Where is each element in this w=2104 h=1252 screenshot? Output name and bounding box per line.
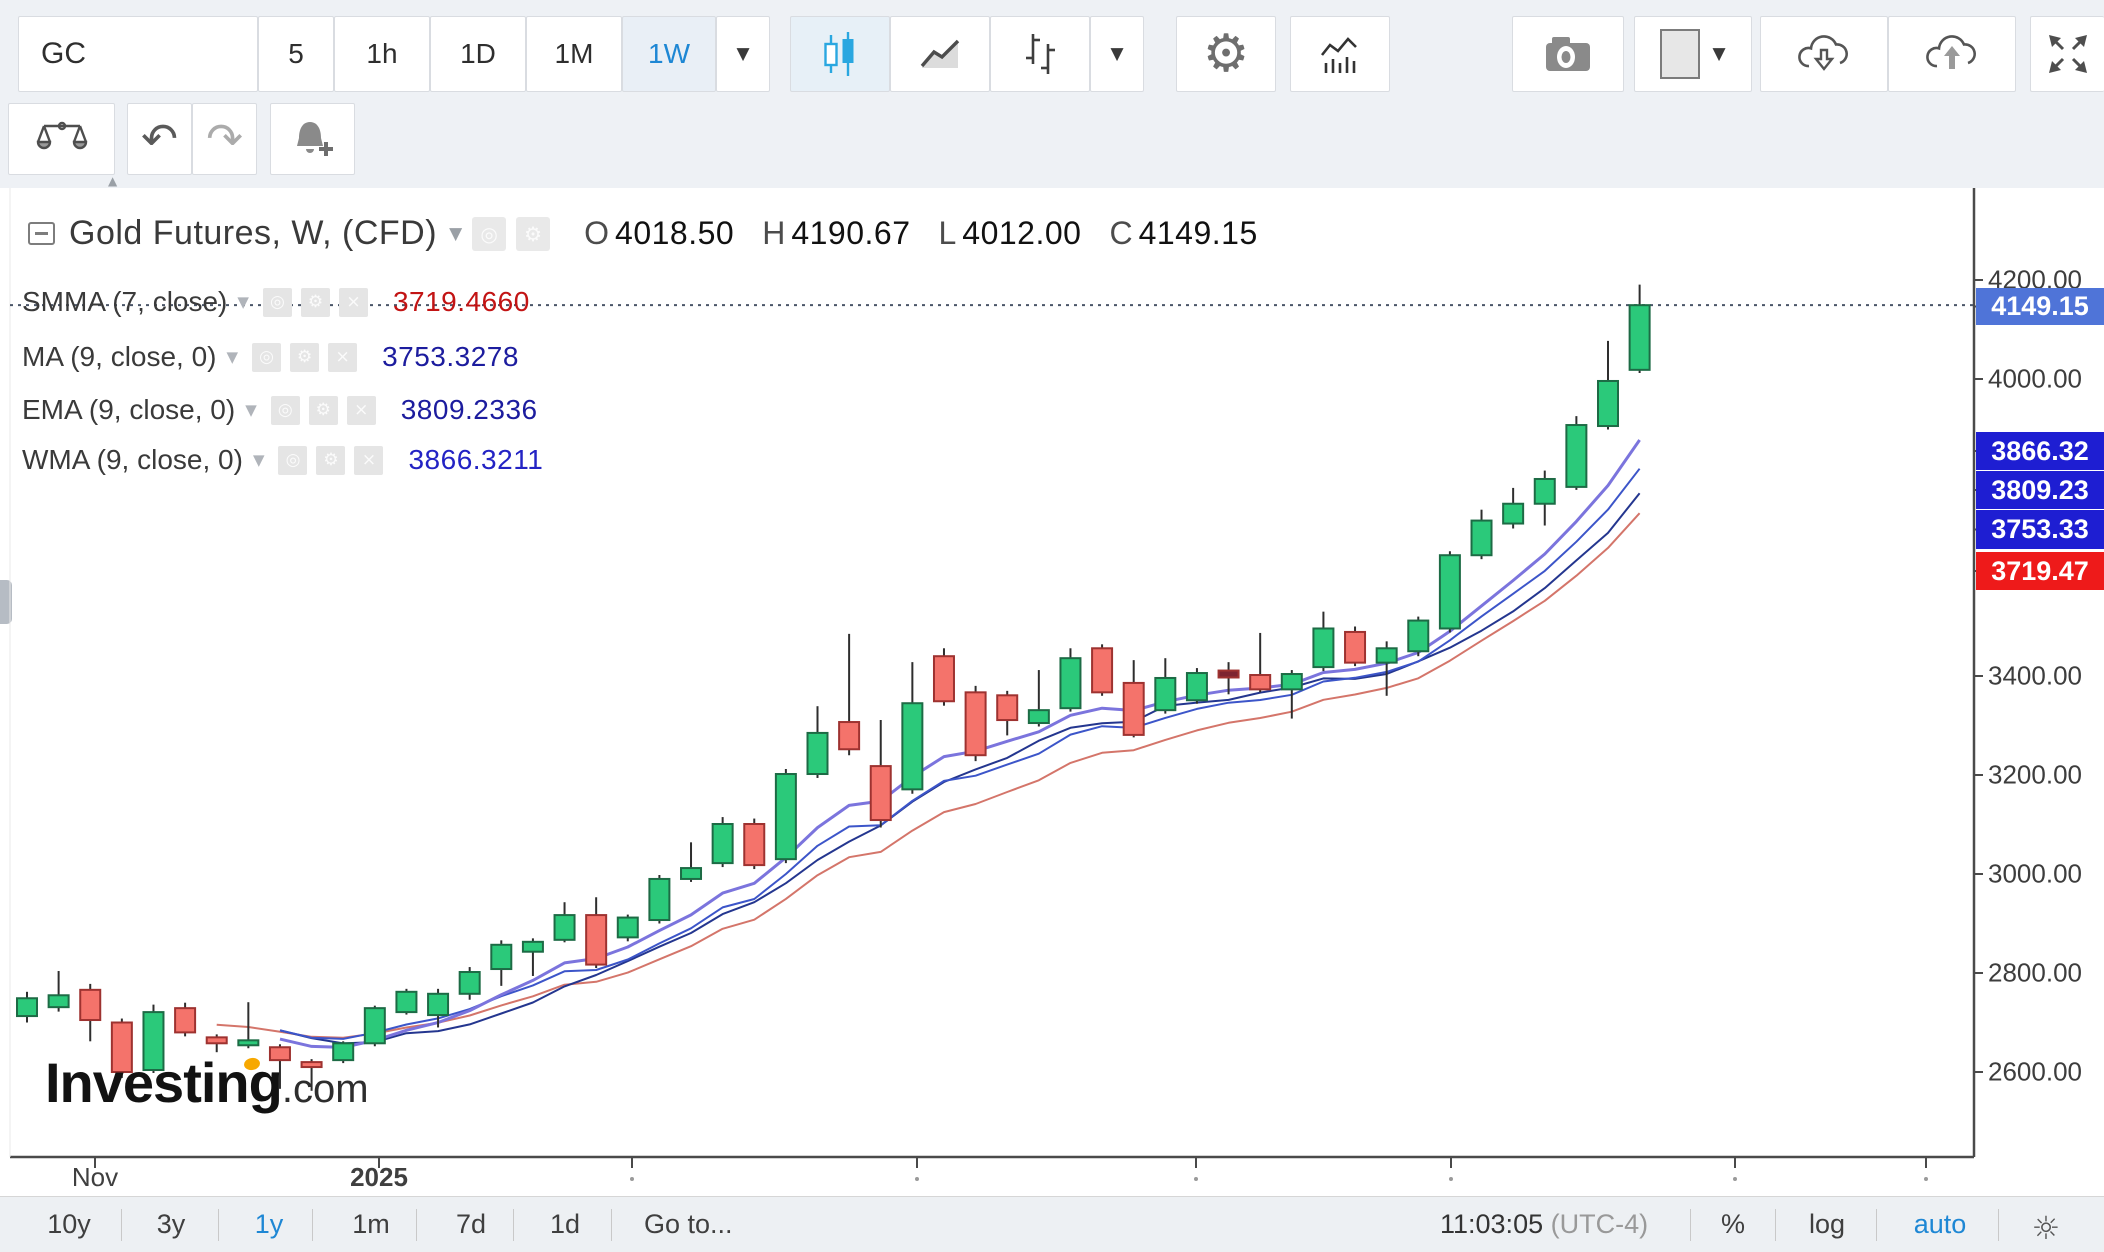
indicator-row-ma: MA (9, close, 0) ▼ ◎ ⚙ × 3753.3278 xyxy=(22,338,519,376)
chevron-down-icon[interactable]: ▼ xyxy=(237,293,249,311)
toolbar-separator xyxy=(1690,1209,1691,1241)
toolbar-separator xyxy=(312,1209,313,1241)
timezone: (UTC-4) xyxy=(1551,1209,1648,1239)
time-value: 11:03:05 xyxy=(1440,1209,1543,1239)
visibility-icon[interactable]: ◎ xyxy=(271,396,300,425)
toolbar-separator xyxy=(1998,1209,1999,1241)
date-tick-label: 2025 xyxy=(350,1162,408,1193)
toolbar-separator xyxy=(416,1209,417,1241)
chevron-down-icon[interactable]: ▼ xyxy=(449,224,462,244)
series-settings-icon[interactable]: ⚙ xyxy=(516,217,550,251)
range-button-1d[interactable]: 1d xyxy=(550,1209,580,1240)
ohlc-label-L: L xyxy=(938,215,956,252)
watermark: Investing .com xyxy=(45,1050,369,1115)
indicator-label: MA (9, close, 0) xyxy=(22,341,217,373)
settings-icon[interactable]: ⚙ xyxy=(290,343,319,372)
price-tick-label: 2800.00 xyxy=(1988,958,2082,989)
log-scale-button[interactable]: log xyxy=(1809,1209,1845,1240)
ohlc-label-C: C xyxy=(1109,215,1132,252)
visibility-icon[interactable]: ◎ xyxy=(263,288,292,317)
indicator-label: SMMA (7, close) xyxy=(22,286,227,318)
indicator-value: 3753.3278 xyxy=(382,341,519,373)
indicator-row-wma: WMA (9, close, 0) ▼ ◎ ⚙ × 3866.3211 xyxy=(22,441,543,479)
clock: 11:03:05 (UTC-4) xyxy=(1440,1209,1648,1240)
range-button-1m[interactable]: 1m xyxy=(352,1209,390,1240)
watermark-suffix: .com xyxy=(282,1067,369,1112)
close-icon[interactable]: × xyxy=(339,288,368,317)
indicator-label: WMA (9, close, 0) xyxy=(22,444,243,476)
range-button-3y[interactable]: 3y xyxy=(157,1209,186,1240)
ohlc-value-H: 4190.67 xyxy=(791,215,910,252)
ohlc-label-H: H xyxy=(762,215,785,252)
visibility-icon[interactable]: ◎ xyxy=(252,343,281,372)
settings-icon[interactable]: ⚙ xyxy=(309,396,338,425)
price-tick-label: 4000.00 xyxy=(1988,364,2082,395)
range-button-10y[interactable]: 10y xyxy=(47,1209,91,1240)
indicator-value: 3809.2336 xyxy=(401,394,538,426)
toolbar-separator xyxy=(218,1209,219,1241)
indicator-label: EMA (9, close, 0) xyxy=(22,394,235,426)
price-badge: 3866.32 xyxy=(1976,432,2104,470)
visibility-icon[interactable]: ◎ xyxy=(278,446,307,475)
bottom-toolbar: 10y3y1y1m7d1d Go to... 11:03:05 (UTC-4) … xyxy=(0,1196,2104,1252)
display-settings-icon[interactable]: ☼ xyxy=(2032,1209,2061,1247)
close-icon[interactable]: × xyxy=(347,396,376,425)
indicator-row-ema: EMA (9, close, 0) ▼ ◎ ⚙ × 3809.2336 xyxy=(22,391,538,429)
percent-scale-button[interactable]: % xyxy=(1721,1209,1745,1240)
toolbar-separator xyxy=(1775,1209,1776,1241)
price-tick-label: 2600.00 xyxy=(1988,1057,2082,1088)
chart-header: Gold Futures, W, (CFD) ▼ ◎ ⚙ O4018.50H41… xyxy=(28,214,1286,253)
price-tick-label: 3200.00 xyxy=(1988,760,2082,791)
auto-scale-button[interactable]: auto xyxy=(1914,1209,1967,1240)
date-tick-label: Nov xyxy=(72,1162,118,1193)
indicator-row-smma: SMMA (7, close) ▼ ◎ ⚙ × 3719.4660 xyxy=(22,283,530,321)
indicator-value: 3866.3211 xyxy=(408,444,543,476)
price-badge: 3809.23 xyxy=(1976,471,2104,509)
indicator-value: 3719.4660 xyxy=(393,286,530,318)
range-button-1y[interactable]: 1y xyxy=(255,1209,284,1240)
visibility-toggle-icon[interactable]: ◎ xyxy=(472,217,506,251)
toolbar-separator xyxy=(1876,1209,1877,1241)
chevron-down-icon[interactable]: ▼ xyxy=(253,451,265,469)
range-button-7d[interactable]: 7d xyxy=(456,1209,486,1240)
chart-title: Gold Futures, W, (CFD) xyxy=(69,214,437,253)
toolbar-separator xyxy=(611,1209,612,1241)
goto-button[interactable]: Go to... xyxy=(644,1209,733,1240)
price-badge: 4149.15 xyxy=(1976,288,2104,325)
close-icon[interactable]: × xyxy=(328,343,357,372)
price-tick-label: 3400.00 xyxy=(1988,661,2082,692)
toolbar-separator xyxy=(513,1209,514,1241)
close-icon[interactable]: × xyxy=(354,446,383,475)
chevron-down-icon[interactable]: ▼ xyxy=(245,401,257,419)
price-badge: 3753.33 xyxy=(1976,510,2104,549)
ohlc-value-O: 4018.50 xyxy=(615,215,734,252)
price-tick-label: 3000.00 xyxy=(1988,859,2082,890)
trading-chart-app: GC 51h1D1M1W ▼ ▼ ⚙ xyxy=(0,0,2104,1252)
ohlc-value-C: 4149.15 xyxy=(1139,215,1258,252)
chevron-down-icon[interactable]: ▼ xyxy=(227,348,239,366)
ohlc-label-O: O xyxy=(584,215,609,252)
settings-icon[interactable]: ⚙ xyxy=(316,446,345,475)
settings-icon[interactable]: ⚙ xyxy=(301,288,330,317)
ohlc-values: O4018.50 H4190.67 L4012.00 C4149.15 xyxy=(584,215,1286,252)
toolbar-separator xyxy=(121,1209,122,1241)
price-badge: 3719.47 xyxy=(1976,552,2104,590)
collapse-legend-icon[interactable] xyxy=(28,222,55,245)
ohlc-value-L: 4012.00 xyxy=(962,215,1081,252)
